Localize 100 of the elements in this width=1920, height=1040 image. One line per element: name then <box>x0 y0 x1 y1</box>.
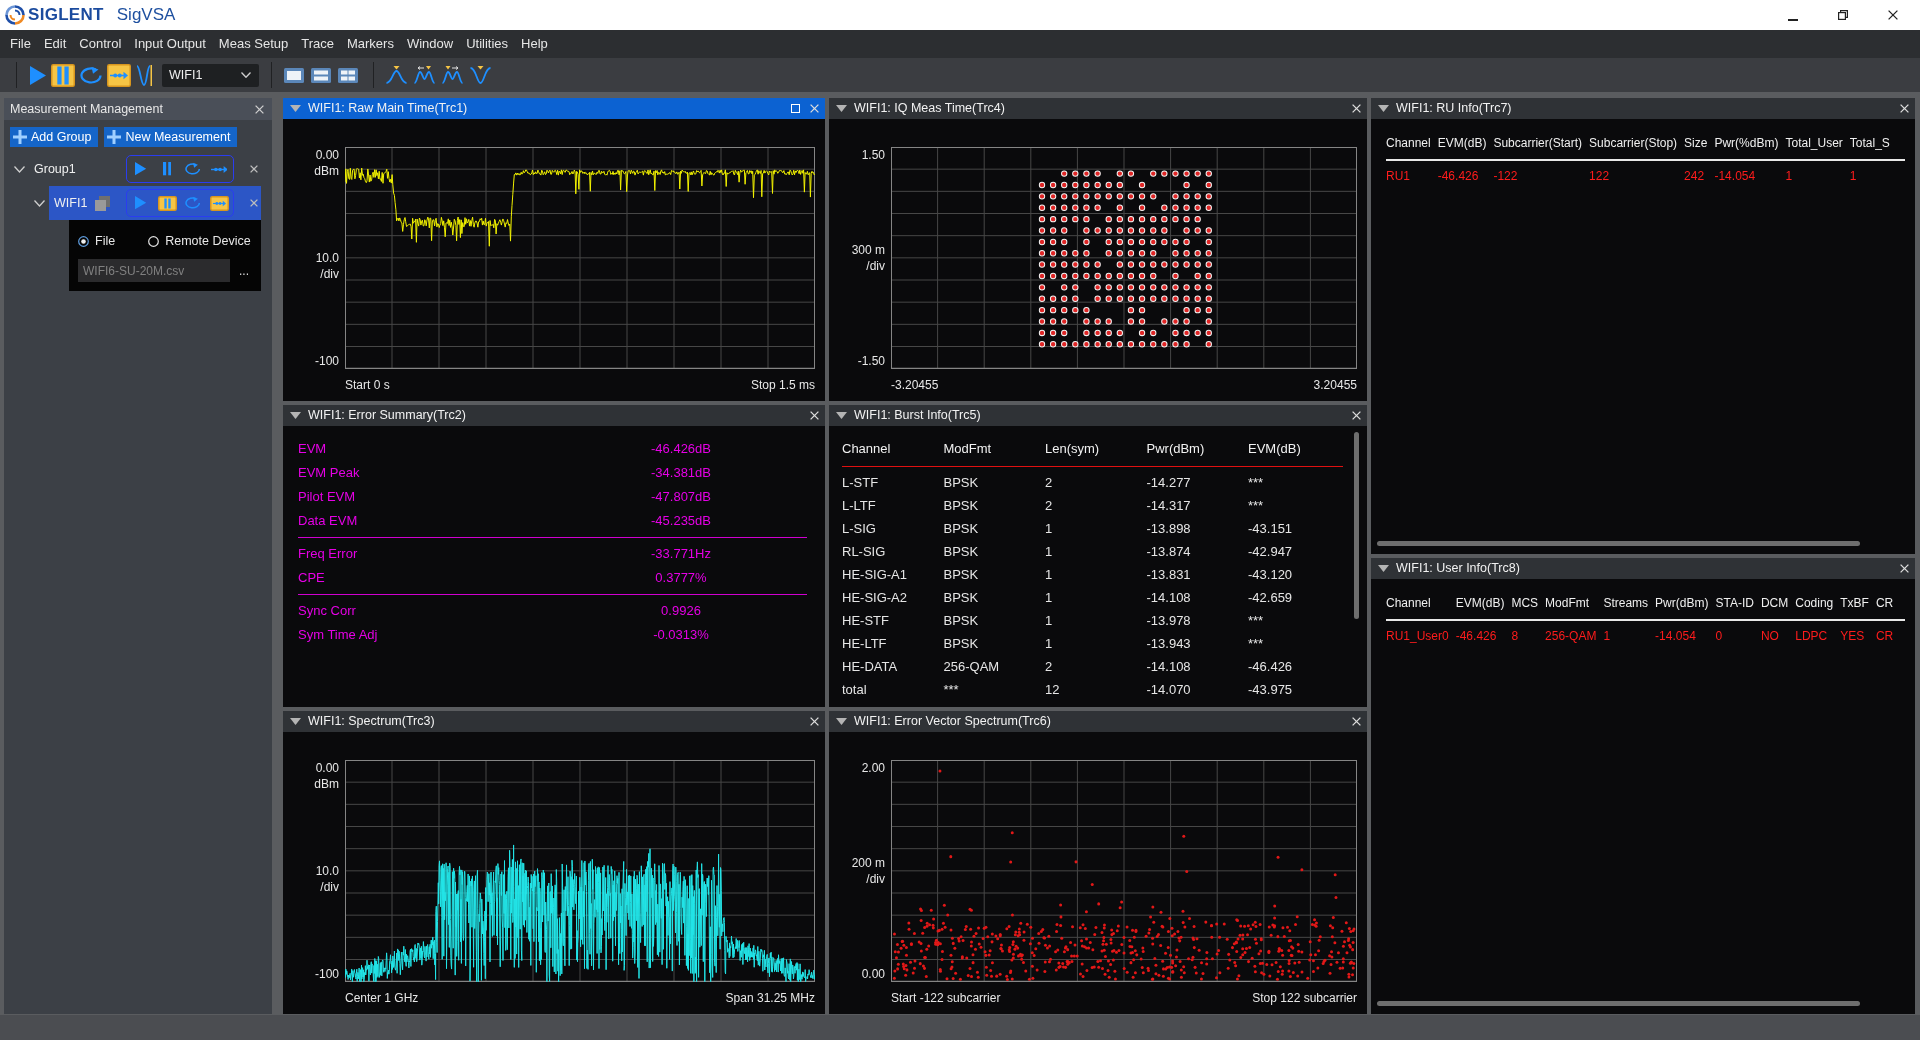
chevron-down-icon[interactable] <box>14 165 25 173</box>
menu-item[interactable]: Input Output <box>134 34 206 54</box>
window-title: WIFI1: IQ Meas Time(Trc4) <box>854 100 1005 118</box>
add-group-button[interactable]: Add Group <box>10 127 99 147</box>
caret-icon[interactable] <box>290 411 301 419</box>
table-cell-text: *** <box>943 680 960 699</box>
axis-label: Start -122 subcarrier <box>891 991 1001 1005</box>
summary-value: -45.235dB <box>650 511 712 530</box>
four-grid-layout-icon[interactable] <box>338 67 358 83</box>
window-header[interactable]: WIFI1: Raw Main Time(Trc1) <box>283 98 825 119</box>
table-cell-text: -13.898 <box>1146 519 1192 538</box>
table-cell-text: -14.277 <box>1146 473 1192 492</box>
menu-item[interactable]: Edit <box>43 34 67 54</box>
table-cell-text: -122 <box>1493 167 1519 185</box>
pause-icon[interactable] <box>162 162 172 176</box>
table-cell-text: HE-STF <box>842 611 890 630</box>
pause-icon[interactable] <box>51 63 75 87</box>
play-icon[interactable] <box>135 162 147 176</box>
new-measurement-button[interactable]: New Measurement <box>104 127 238 147</box>
column-header: Pwr(dBm) <box>1146 439 1206 458</box>
caret-icon[interactable] <box>290 105 301 112</box>
table-cell-text: total <box>842 680 868 699</box>
table-cell-text: 1 <box>1785 167 1794 185</box>
dotted-arrow-icon[interactable] <box>210 165 228 173</box>
two-row-layout-icon[interactable] <box>311 67 331 83</box>
menu-item[interactable]: Meas Setup <box>218 34 289 54</box>
axis-label: 10.0 <box>315 249 339 266</box>
table-cell-text: BPSK <box>943 542 980 561</box>
caret-icon[interactable] <box>836 411 847 419</box>
brand-name: SIGLENT <box>28 4 104 27</box>
waveform-icon[interactable] <box>136 64 152 86</box>
table-cell-text: -14.054 <box>1655 627 1697 645</box>
file-path-field[interactable]: WIFI6-SU-20M.csv <box>78 259 230 282</box>
window-header[interactable]: WIFI1: RU Info(Trc7) <box>1371 98 1915 119</box>
menu-item[interactable]: Trace <box>301 34 334 54</box>
column-header: Size <box>1684 135 1709 152</box>
tree-item[interactable]: Group1 <box>29 154 261 184</box>
chevron-down-icon <box>241 72 251 78</box>
menu-item[interactable]: Control <box>79 34 122 54</box>
table-cell-text: *** <box>1248 473 1265 492</box>
caret-icon[interactable] <box>1378 105 1389 112</box>
axis-label: 0.00 <box>861 966 885 982</box>
menu-item[interactable]: Utilities <box>466 34 509 54</box>
chevron-down-icon[interactable] <box>34 199 45 207</box>
axis-label: 0.00 <box>315 760 339 777</box>
horizontal-scrollbar[interactable] <box>1377 1001 1860 1006</box>
browse-button[interactable]: ... <box>239 261 249 280</box>
table-cell-text: 2 <box>1045 473 1054 492</box>
summary-label: Sync Corr <box>298 601 357 620</box>
column-header: Channel <box>1386 135 1432 152</box>
left-arrow-peaks-icon[interactable] <box>414 66 435 84</box>
axis-label: -100 <box>314 352 339 369</box>
peak-curve-icon[interactable] <box>386 66 407 84</box>
tree-item[interactable]: WIFI1 <box>49 186 261 220</box>
menu-item[interactable]: File <box>10 34 31 54</box>
pause-icon[interactable] <box>157 195 177 211</box>
window-header[interactable]: WIFI1: IQ Meas Time(Trc4) <box>829 98 1367 119</box>
menu-item[interactable]: Help <box>521 34 548 54</box>
axis-label: /div <box>866 871 885 888</box>
table-cell-text: YES <box>1840 627 1866 645</box>
menu-item[interactable]: Markers <box>346 34 394 54</box>
caret-icon[interactable] <box>1378 565 1389 572</box>
table-cell-text: LDPC <box>1795 627 1829 645</box>
loop-icon[interactable] <box>185 163 201 175</box>
window-header[interactable]: WIFI1: Error Summary(Trc2) <box>283 404 825 426</box>
table-cell-text: -42.947 <box>1248 542 1294 561</box>
valley-curve-icon[interactable] <box>470 66 491 84</box>
play-icon[interactable] <box>30 65 46 85</box>
radio-button[interactable] <box>78 235 89 247</box>
summary-value: 0.9926 <box>660 601 702 620</box>
table-cell-text: -13.831 <box>1146 565 1192 584</box>
close-icon[interactable] <box>1888 10 1898 20</box>
table-cell-text: BPSK <box>943 611 980 630</box>
window-header[interactable]: WIFI1: Error Vector Spectrum(Trc6) <box>829 711 1367 733</box>
swirl-logo-icon <box>5 5 25 25</box>
summary-value: -47.807dB <box>650 487 712 506</box>
menu-item[interactable]: Window <box>406 34 454 54</box>
table-cell-text: BPSK <box>943 473 980 492</box>
single-window-layout-icon[interactable] <box>284 67 304 83</box>
caret-icon[interactable] <box>836 105 847 112</box>
window-header[interactable]: WIFI1: User Info(Trc8) <box>1371 558 1915 579</box>
right-arrow-peaks-icon[interactable] <box>442 66 463 84</box>
caret-icon[interactable] <box>290 718 301 726</box>
measurement-dropdown[interactable]: WIFI1 <box>162 63 259 87</box>
vertical-scrollbar[interactable] <box>1354 431 1359 619</box>
axis-label: -1.50 <box>857 352 885 369</box>
column-header: Pwr(%dBm) <box>1714 135 1780 152</box>
loop-icon[interactable] <box>80 66 102 84</box>
horizontal-scrollbar[interactable] <box>1377 541 1860 546</box>
table-cell-text: -14.070 <box>1146 680 1192 699</box>
summary-value: -46.426dB <box>650 439 712 458</box>
table-cell-text: -14.108 <box>1146 588 1192 607</box>
axis-label: Stop 1.5 ms <box>750 377 815 392</box>
caret-icon[interactable] <box>836 718 847 726</box>
summary-label: Freq Error <box>298 544 359 563</box>
restore-icon[interactable] <box>1838 10 1848 20</box>
window-header[interactable]: WIFI1: Spectrum(Trc3) <box>283 711 825 733</box>
maximize-icon[interactable] <box>791 104 800 113</box>
table-cell-text: 0 <box>1715 627 1724 645</box>
window-header[interactable]: WIFI1: Burst Info(Trc5) <box>829 404 1367 426</box>
